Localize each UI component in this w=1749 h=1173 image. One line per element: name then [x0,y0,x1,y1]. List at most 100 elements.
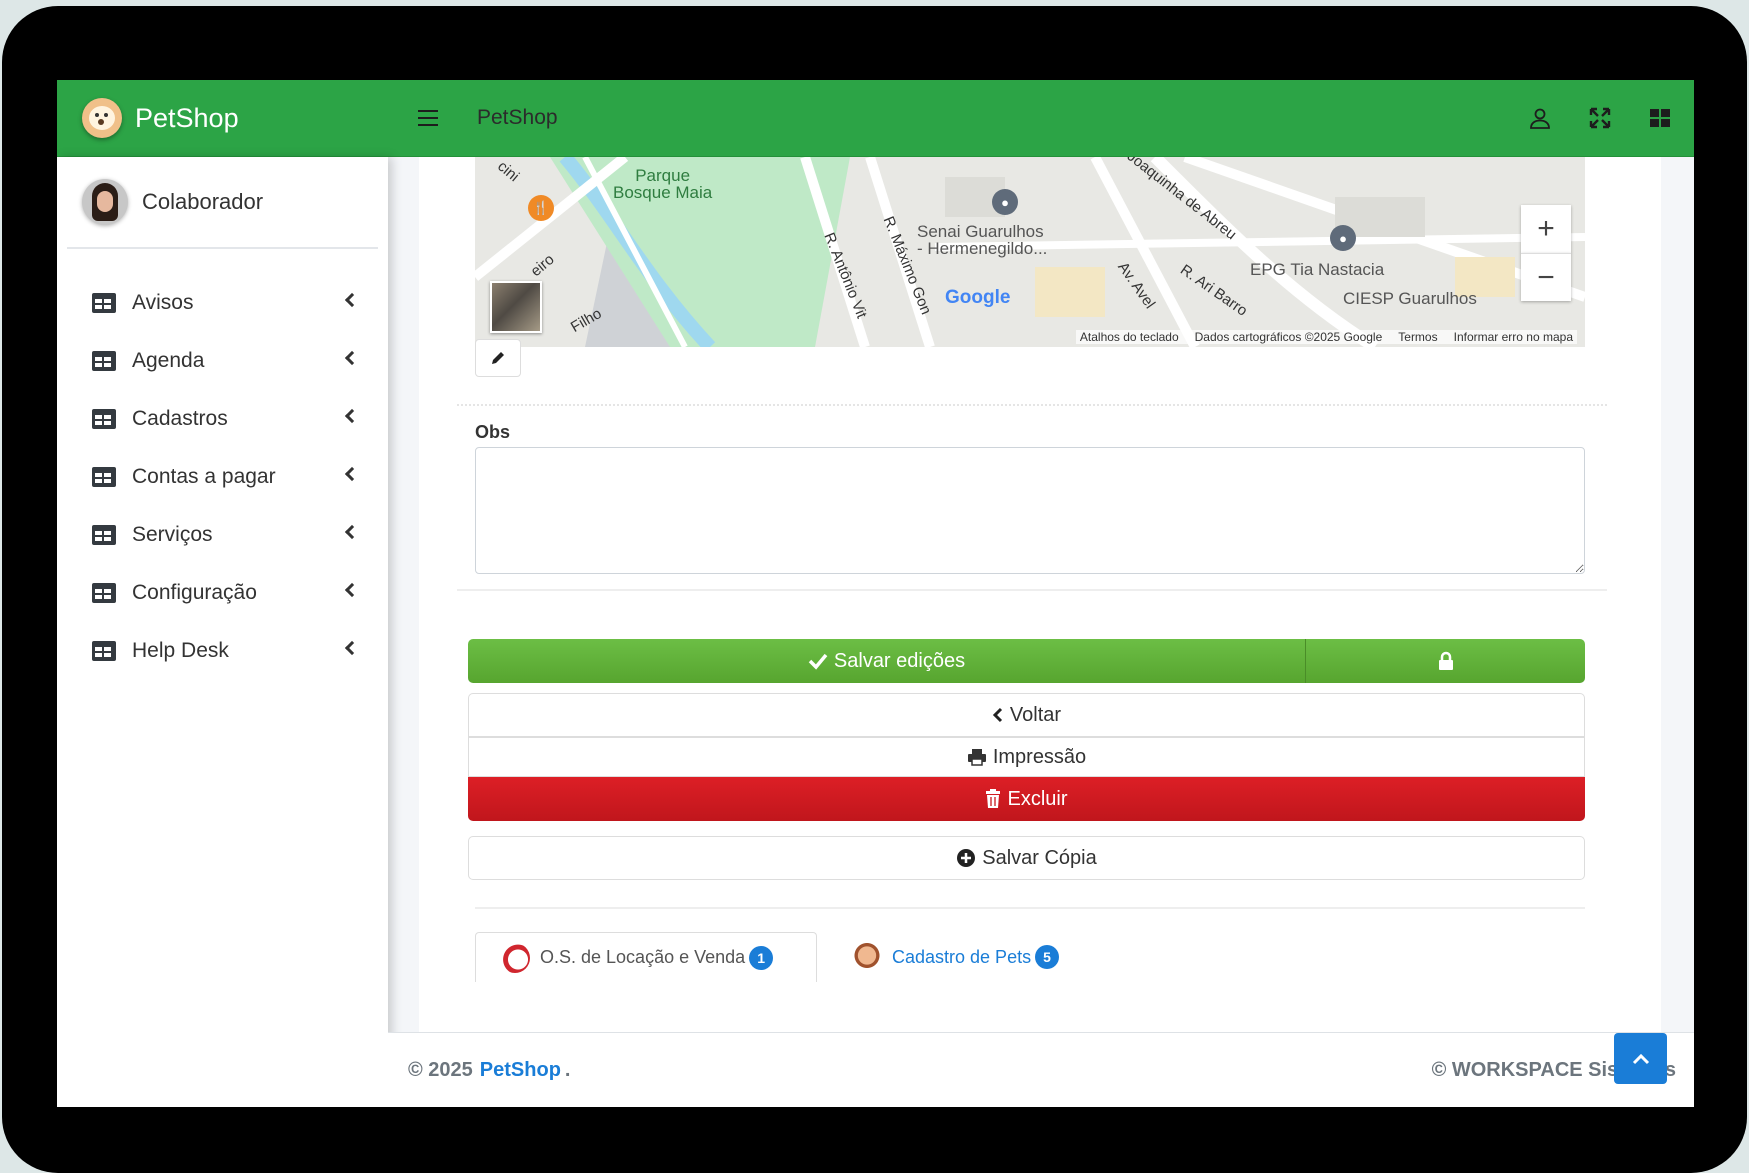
plus-circle-icon [956,848,976,868]
lock-button[interactable] [1305,639,1585,683]
brand-area[interactable]: PetShop [57,80,388,157]
save-edits-button[interactable]: Salvar edições [468,639,1305,683]
footer: © 2025 PetShop . © WORKSPACE Sistemas [388,1032,1694,1107]
sidebar-item-label: Help Desk [132,639,229,662]
footer-dot: . [564,1058,571,1081]
table-icon [92,583,116,603]
sidebar-item-label: Cadastros [132,407,228,430]
map-attr-shortcuts[interactable]: Atalhos do teclado [1080,330,1179,344]
map-label-park: Parque Bosque Maia [613,166,713,202]
menu-toggle-icon[interactable] [418,110,438,126]
sidebar-item-label: Agenda [132,349,205,372]
print-label: Impressão [992,745,1087,768]
device-frame: PetShop PetShop Colaborador Avisos Agend… [2,6,1747,1173]
footer-brand-link[interactable]: PetShop [480,1059,561,1082]
user-panel[interactable]: Colaborador [67,157,378,249]
map-label-senai: Senai Guarulhos - Hermenegildo... [917,222,1048,258]
table-icon [92,525,116,545]
chevron-left-icon [344,582,360,598]
tab-cadastro-de-pets[interactable]: Cadastro de Pets 5 [848,932,1060,982]
table-icon [92,293,116,313]
chevron-left-icon [344,640,360,656]
dog-logo-icon [82,98,122,138]
sidebar-item-avisos[interactable]: Avisos [57,274,388,332]
sidebar-item-label: Avisos [132,291,194,314]
school-pin-icon[interactable]: ● [992,189,1018,215]
chevron-left-icon [344,292,360,308]
trash-icon [985,789,1001,809]
chevron-left-icon [344,524,360,540]
tab-badge: 1 [749,945,774,970]
check-icon [808,652,828,670]
print-button[interactable]: Impressão [468,737,1585,777]
tab-label: Cadastro de Pets [892,946,1032,967]
back-button[interactable]: Voltar [468,693,1585,737]
chevron-left-icon [992,707,1004,723]
restaurant-pin-icon[interactable]: 🍴 [528,195,554,221]
school-pin-icon[interactable]: ● [1330,225,1356,251]
save-copy-button[interactable]: Salvar Cópia [468,836,1585,880]
divider [457,404,1607,406]
table-icon [92,467,116,487]
save-copy-label: Salvar Cópia [982,846,1097,869]
table-icon [92,409,116,429]
zoom-in-button[interactable]: + [1521,205,1571,253]
divider [457,589,1607,591]
sidebar: Colaborador Avisos Agenda Cadastros Cont… [57,157,388,1107]
app-screen: PetShop PetShop Colaborador Avisos Agend… [57,80,1694,1107]
footer-copyright: © 2025 [408,1058,473,1081]
map[interactable]: Parque Bosque Maia Senai Guarulhos - Her… [475,157,1585,347]
brand-name: PetShop [135,102,239,133]
pet-icon [852,942,882,972]
chevron-up-icon [1632,1053,1649,1064]
map-attribution: Atalhos do teclado Dados cartográficos ©… [1075,330,1577,344]
zoom-out-button[interactable]: − [1521,253,1571,301]
sidebar-item-help-desk[interactable]: Help Desk [57,622,388,680]
chevron-left-icon [344,350,360,366]
edit-map-button[interactable] [475,339,521,377]
avatar [82,179,128,225]
obs-textarea[interactable] [475,447,1585,574]
user-name: Colaborador [142,189,264,214]
lock-icon [1438,651,1453,670]
obs-label: Obs [475,422,511,442]
table-icon [92,641,116,661]
tab-os-locacao-venda[interactable]: O.S. de Locação e Venda 1 [475,932,817,982]
sidebar-item-agenda[interactable]: Agenda [57,332,388,390]
topbar-icons [1528,106,1672,130]
sidebar-item-label: Configuração [132,581,257,604]
sidebar-item-label: Contas a pagar [132,465,276,488]
map-label-epg: EPG Tia Nastacia [1250,260,1385,279]
map-attr-data: Dados cartográficos ©2025 Google [1194,330,1383,344]
pencil-icon [492,352,504,364]
chevron-left-icon [344,466,360,482]
map-attr-terms[interactable]: Termos [1398,330,1437,344]
sidebar-item-contas-a-pagar[interactable]: Contas a pagar [57,448,388,506]
google-logo: Google [945,287,1011,308]
sidebar-menu: Avisos Agenda Cadastros Contas a pagar S… [57,274,388,680]
map-satellite-toggle[interactable] [490,281,542,333]
sidebar-item-servicos[interactable]: Serviços [57,506,388,564]
sidebar-item-configuracao[interactable]: Configuração [57,564,388,622]
delete-label: Excluir [1007,787,1068,810]
sidebar-item-cadastros[interactable]: Cadastros [57,390,388,448]
tab-badge: 5 [1035,945,1060,969]
topbar-title[interactable]: PetShop [477,106,558,130]
expand-icon[interactable] [1588,106,1612,130]
delete-button[interactable]: Excluir [468,777,1585,821]
sidebar-item-label: Serviços [132,523,213,546]
save-edits-label: Salvar edições [833,649,966,672]
top-navbar: PetShop [388,80,1694,157]
map-label-ciesp: CIESP Guarulhos [1343,289,1477,308]
tab-label: O.S. de Locação e Venda [540,947,746,967]
grid-icon[interactable] [1648,106,1672,130]
back-label: Voltar [1009,703,1062,726]
back-to-top-button[interactable] [1614,1033,1667,1084]
os-icon [500,942,530,973]
divider [475,907,1585,909]
printer-icon [967,748,987,766]
chevron-left-icon [344,408,360,424]
map-attr-report[interactable]: Informar erro no mapa [1454,330,1573,344]
table-icon [92,351,116,371]
user-icon[interactable] [1528,106,1552,130]
